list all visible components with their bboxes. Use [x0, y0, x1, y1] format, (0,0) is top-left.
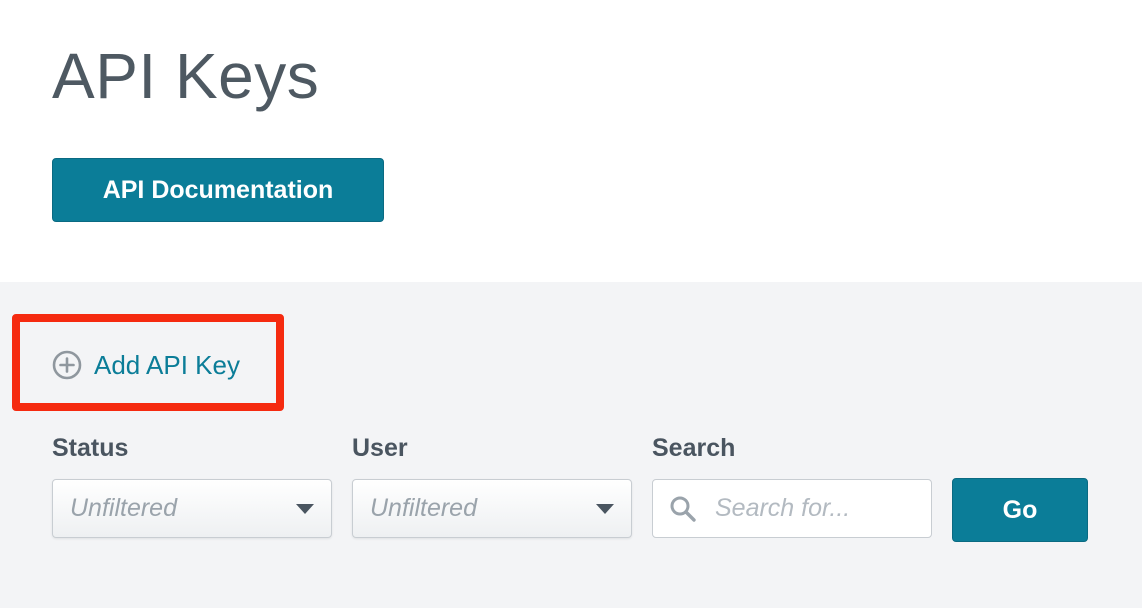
page-title: API Keys [52, 40, 320, 112]
status-label: Status [52, 434, 129, 462]
search-field[interactable] [652, 479, 932, 538]
chevron-down-icon [596, 503, 614, 514]
go-button[interactable]: Go [952, 478, 1088, 542]
status-select-value: Unfiltered [70, 494, 177, 522]
search-label: Search [652, 434, 736, 462]
search-input[interactable] [715, 494, 905, 523]
user-label: User [352, 434, 408, 462]
api-documentation-button[interactable]: API Documentation [52, 158, 384, 222]
user-select[interactable]: Unfiltered [352, 479, 632, 538]
search-icon [670, 496, 696, 522]
status-select[interactable]: Unfiltered [52, 479, 332, 538]
add-api-key-label: Add API Key [94, 349, 240, 380]
chevron-down-icon [296, 503, 314, 514]
add-api-key-link[interactable]: Add API Key [52, 346, 240, 384]
user-select-value: Unfiltered [370, 494, 477, 522]
page-header: API Keys API Documentation [0, 0, 1142, 282]
plus-circle-icon [52, 350, 82, 380]
